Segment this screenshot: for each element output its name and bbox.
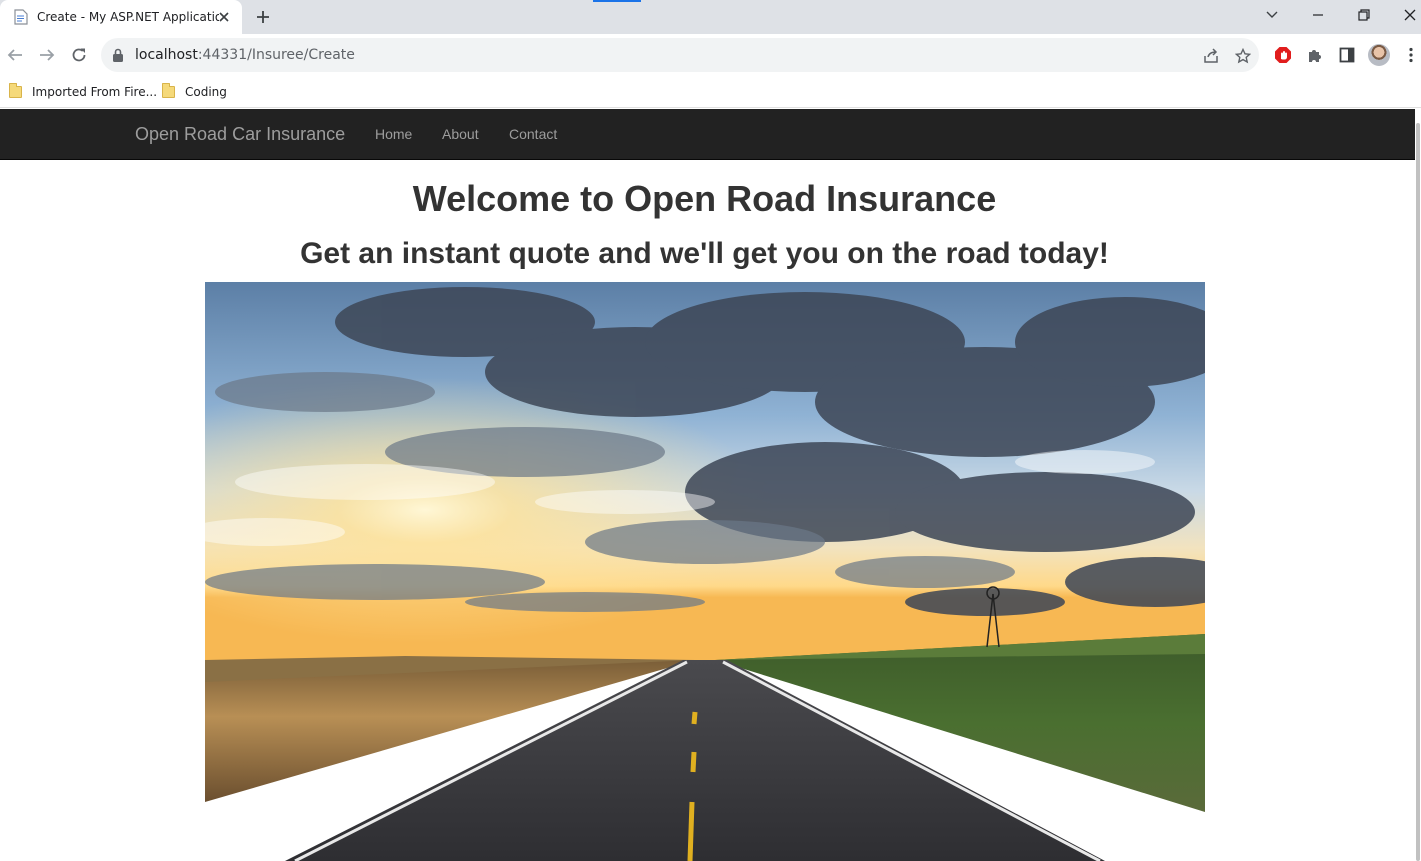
avatar[interactable] (1368, 44, 1390, 66)
nav-link-home[interactable]: Home (375, 126, 412, 142)
back-arrow-icon[interactable] (3, 43, 27, 67)
browser-toolbar: localhost:44331/Insuree/Create (0, 34, 1421, 76)
bookmark-label: Imported From Fire... (32, 85, 158, 99)
bookmark-label: Coding (185, 85, 227, 99)
nav-link-contact[interactable]: Contact (509, 126, 557, 142)
tab-title: Create - My ASP.NET Application (37, 10, 219, 24)
reload-icon[interactable] (67, 43, 91, 67)
hero-image (205, 282, 1205, 861)
folder-icon (162, 83, 175, 98)
browser-tab[interactable]: Create - My ASP.NET Application (0, 0, 242, 34)
close-icon[interactable] (1397, 4, 1421, 26)
plus-icon[interactable] (252, 6, 274, 28)
minimize-icon[interactable] (1305, 4, 1331, 26)
bookmark-folder-coding[interactable]: Coding (162, 82, 227, 102)
page-viewport: Open Road Car Insurance Home About Conta… (0, 109, 1421, 861)
page-subheading: Get an instant quote and we'll get you o… (300, 237, 1109, 270)
scrollbar[interactable] (1415, 109, 1421, 861)
puzzle-icon[interactable] (1305, 45, 1325, 65)
site-brand-link[interactable]: Open Road Car Insurance (135, 124, 345, 145)
url-text: localhost:44331/Insuree/Create (135, 47, 355, 63)
site-navbar: Open Road Car Insurance Home About Conta… (0, 109, 1415, 160)
nav-link-about[interactable]: About (442, 126, 479, 142)
tab-strip: Create - My ASP.NET Application (0, 0, 1421, 34)
scrollbar-thumb[interactable] (1416, 123, 1420, 861)
kebab-menu-icon[interactable] (1401, 45, 1421, 65)
chevron-down-icon[interactable] (1259, 4, 1285, 26)
page-heading: Welcome to Open Road Insurance (412, 178, 997, 219)
close-icon[interactable] (215, 8, 233, 26)
bookmark-folder-imported[interactable]: Imported From Fire... (9, 82, 157, 102)
bookmarks-bar: Imported From Fire... Coding (0, 76, 1421, 108)
forward-arrow-icon[interactable] (35, 43, 59, 67)
share-icon[interactable] (1201, 46, 1221, 66)
folder-icon (9, 83, 22, 98)
url-host: localhost (135, 47, 198, 63)
tab-indicator (593, 0, 641, 2)
star-icon[interactable] (1233, 46, 1253, 66)
side-panel-icon[interactable] (1337, 45, 1357, 65)
address-bar[interactable]: localhost:44331/Insuree/Create (101, 38, 1259, 72)
page-icon (13, 9, 29, 25)
open-road-sunset-photo (205, 282, 1205, 861)
restore-icon[interactable] (1351, 4, 1377, 26)
adblock-icon[interactable] (1273, 45, 1293, 65)
lock-icon[interactable] (112, 48, 124, 67)
url-path: :44331/Insuree/Create (197, 47, 355, 63)
